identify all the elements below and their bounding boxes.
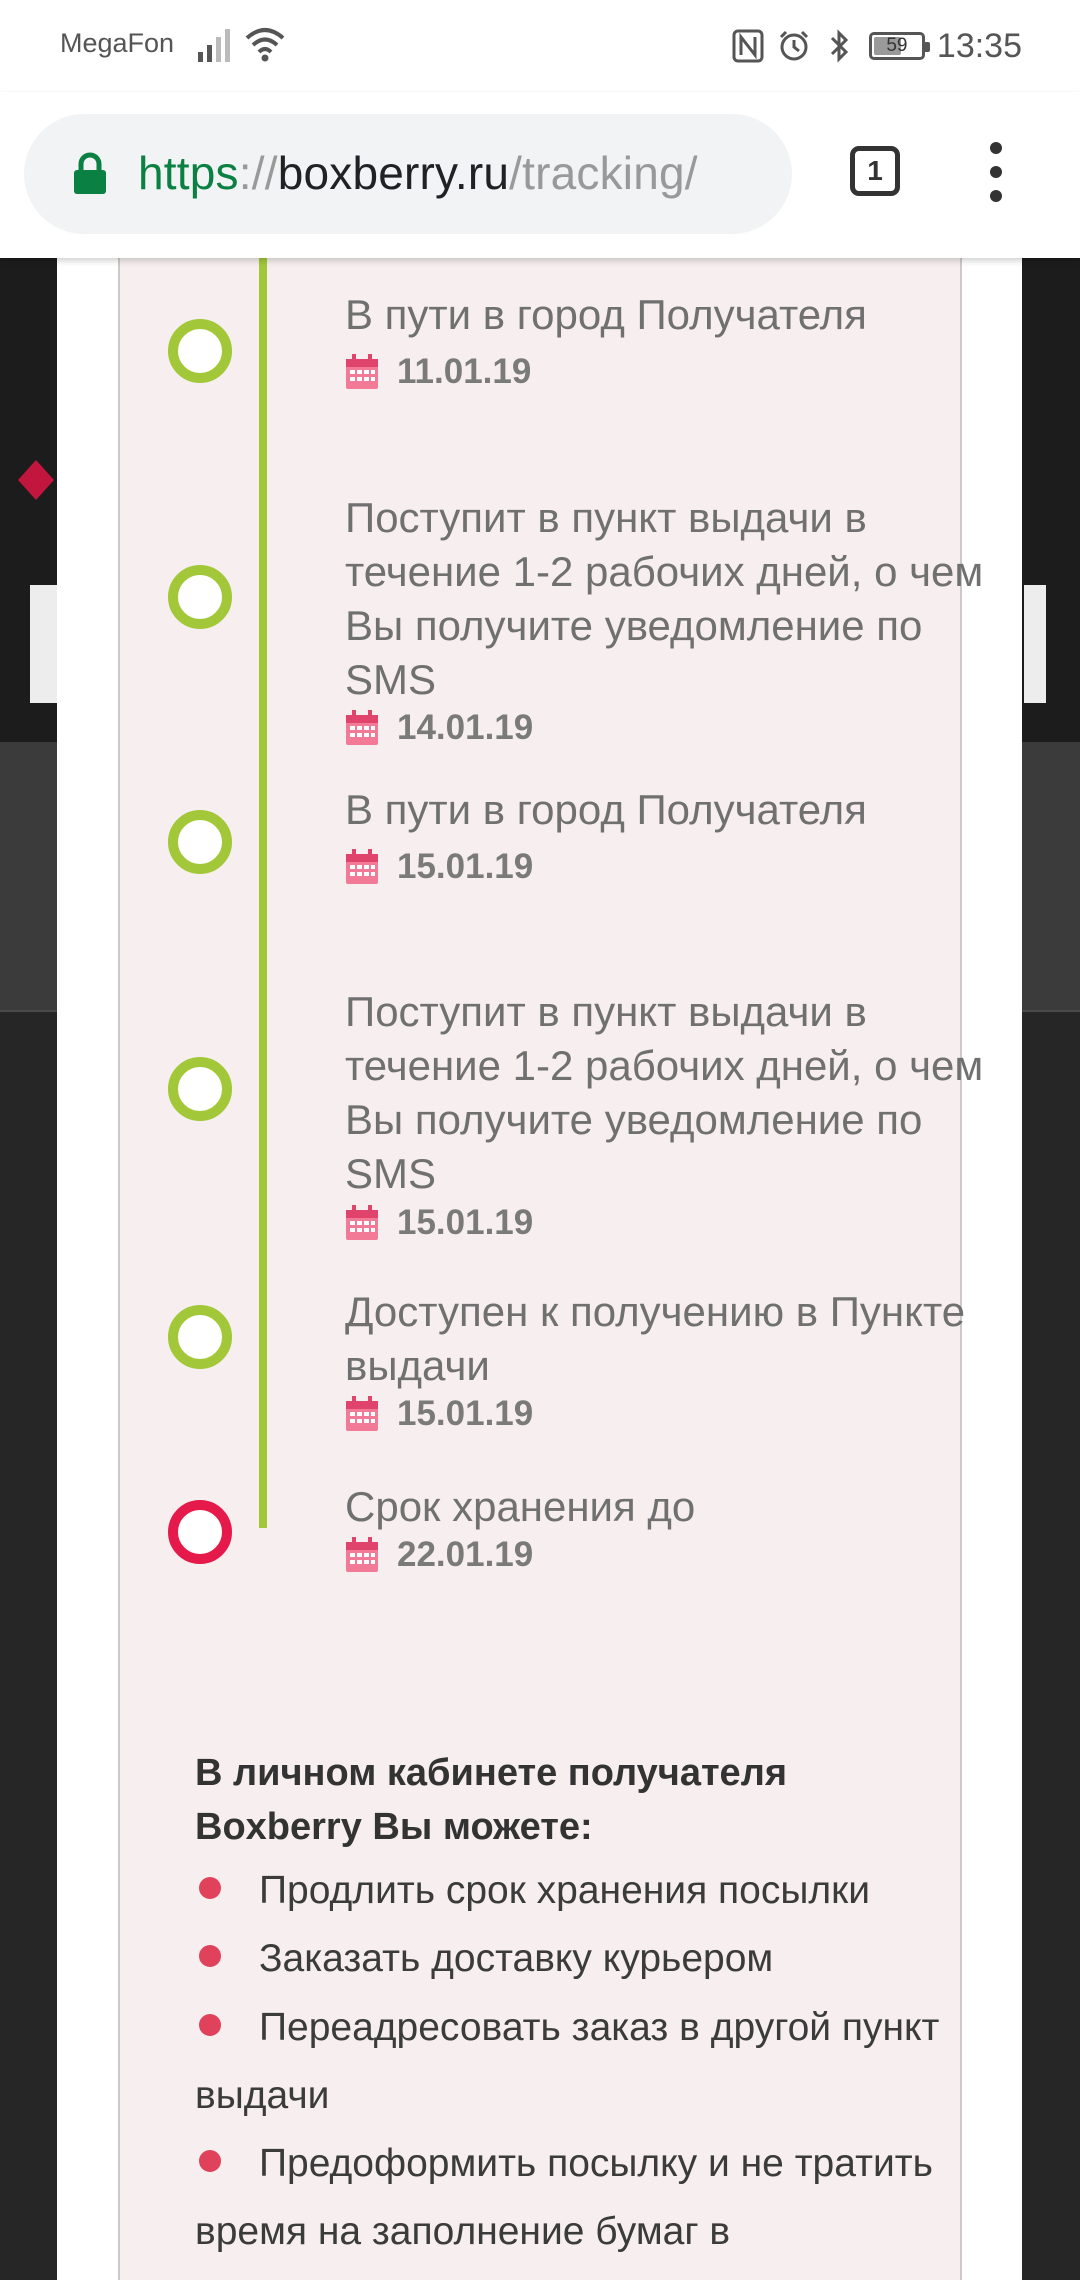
cabinet-feature-item: Предоформить посылку и не тратить время …	[195, 2142, 933, 2253]
background-logo-fragment	[18, 460, 54, 500]
url-scheme: https	[138, 147, 239, 199]
url-separator: ://	[238, 147, 278, 199]
url-host: boxberry.ru	[277, 147, 510, 199]
event-date: 15.01.19	[397, 1394, 534, 1433]
calendar-icon	[346, 1205, 378, 1240]
cabinet-title: В личном кабинете получателя Boxberry Вы…	[195, 1746, 955, 1854]
calendar-icon	[346, 710, 378, 745]
cabinet-title-line2: Boxberry Вы можете:	[195, 1806, 593, 1848]
event-title: В пути в город Получателя	[345, 291, 867, 338]
timeline-node	[168, 1305, 232, 1369]
cabinet-title-line1: В личном кабинете получателя	[195, 1752, 788, 1794]
calendar-icon	[346, 849, 378, 884]
cabinet-feature-item: Переадресовать заказ в другой пункт выда…	[195, 2006, 940, 2117]
event-date: 15.01.19	[397, 1203, 534, 1242]
alarm-icon	[777, 29, 811, 63]
wifi-icon	[245, 28, 285, 62]
nfc-icon	[731, 29, 765, 63]
timeline-node-final	[168, 1500, 232, 1564]
cabinet-feature-item: Продлить срок хранения посылки	[195, 1857, 995, 1925]
timeline-node	[168, 1057, 232, 1121]
url-path: /tracking/	[509, 147, 698, 199]
bullet-icon	[199, 2014, 221, 2036]
timeline-node	[168, 319, 232, 383]
background-input-right	[1024, 585, 1046, 703]
signal-icon	[198, 29, 230, 62]
status-bar: MegaFon 59 13:35	[0, 0, 1080, 92]
event-date-row: 15.01.19	[345, 1201, 533, 1245]
event-date-row: 15.01.19	[345, 845, 533, 889]
tab-count: 1	[867, 155, 883, 186]
bluetooth-icon	[823, 29, 857, 63]
event-title: Поступит в пункт выдачи в течение 1-2 ра…	[345, 494, 984, 703]
calendar-icon	[346, 1537, 378, 1572]
cabinet-feature-item: Заказать доставку курьером	[195, 1925, 995, 1993]
event-title: Доступен к получению в Пункте выдачи	[345, 1288, 966, 1389]
calendar-icon	[346, 1396, 378, 1431]
url-text[interactable]: https://boxberry.ru/tracking/	[138, 146, 698, 200]
event-date-row: 22.01.19	[345, 1533, 533, 1577]
timeline-node	[168, 565, 232, 629]
event-date: 22.01.19	[397, 1535, 534, 1574]
bullet-icon	[199, 2150, 221, 2172]
event-date: 11.01.19	[397, 352, 532, 391]
bullet-icon	[199, 1877, 221, 1899]
clock: 13:35	[936, 26, 1022, 65]
tracking-modal: В пути в город Получателя 11.01.19 Посту…	[57, 258, 1022, 2280]
event-date-row: 14.01.19	[345, 706, 533, 750]
event-title: Поступит в пункт выдачи в течение 1-2 ра…	[345, 988, 984, 1197]
event-title: В пути в город Получателя	[345, 786, 867, 833]
browser-toolbar: https://boxberry.ru/tracking/ 1	[0, 92, 1080, 258]
event-date: 15.01.19	[397, 847, 534, 886]
timeline-line	[259, 258, 267, 1528]
event-date-row: 15.01.19	[345, 1392, 533, 1436]
status-right-group: 59 13:35	[731, 24, 1022, 68]
battery-level: 59	[886, 35, 908, 56]
timeline-node	[168, 810, 232, 874]
more-vert-icon	[990, 142, 1002, 154]
lock-icon	[74, 152, 106, 194]
more-menu-button[interactable]	[984, 142, 1008, 202]
address-bar[interactable]: https://boxberry.ru/tracking/	[24, 114, 792, 234]
event-date-row: 11.01.19	[345, 350, 531, 394]
carrier-name: MegaFon	[60, 28, 175, 58]
event-title: Срок хранения до	[345, 1483, 696, 1530]
background-input-left	[30, 585, 58, 703]
event-date: 14.01.19	[397, 708, 534, 747]
bullet-icon	[199, 1945, 221, 1967]
battery-icon: 59	[868, 32, 930, 60]
tab-switcher-button[interactable]: 1	[850, 146, 900, 196]
calendar-icon	[346, 354, 378, 389]
